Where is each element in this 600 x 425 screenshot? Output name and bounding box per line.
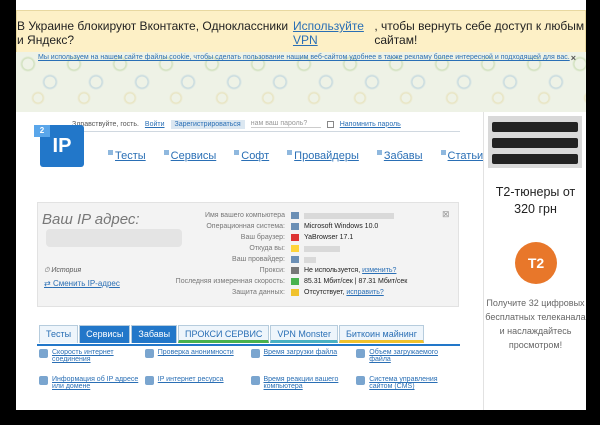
tools-row: Информация об IP адресе или домене IP ин… bbox=[37, 373, 460, 400]
ad-text: Получите 32 цифровых бесплатных телекана… bbox=[485, 298, 586, 350]
cookie-notice: Мы используем на нашем сайте файлы cooki… bbox=[16, 52, 586, 112]
proxy-change-link[interactable]: изменить? bbox=[362, 267, 396, 274]
row-speed: Последняя измеренная скорость: 85.31 Мбит… bbox=[175, 278, 408, 285]
proxy-icon bbox=[291, 267, 299, 274]
computer-icon bbox=[291, 212, 299, 219]
row-computer-name: Имя вашего компьютера bbox=[160, 210, 450, 221]
nav-soft[interactable]: Софт bbox=[234, 150, 269, 162]
ad-title[interactable]: T2-тюнеры от 320 грн bbox=[484, 184, 587, 218]
nav-fun[interactable]: Забавы bbox=[376, 150, 423, 162]
tab-proxy-service[interactable]: ПРОКСИ СЕРВИС bbox=[178, 325, 270, 343]
monitor-icon bbox=[250, 376, 260, 385]
ad-sidebar: T2-тюнеры от 320 грн T2 Получите 32 цифр… bbox=[483, 112, 586, 410]
close-icon[interactable]: × bbox=[571, 53, 576, 63]
t2-logo: T2 bbox=[515, 242, 557, 284]
tool-ip-resource[interactable]: IP интернет ресурса bbox=[143, 373, 249, 400]
nav-providers[interactable]: Провайдеры bbox=[287, 150, 359, 162]
login-link[interactable]: Войти bbox=[145, 121, 165, 128]
browser-icon bbox=[291, 234, 299, 241]
tools-grid: Скорость интернет соединения Проверка ан… bbox=[37, 344, 460, 400]
row-os: Операционная система: Microsoft Windows 1… bbox=[206, 223, 379, 230]
provider-icon bbox=[291, 256, 299, 263]
banner-text-end: , чтобы вернуть себе доступ к любым сайт… bbox=[374, 19, 585, 47]
tool-reaction-time[interactable]: Время реакции вашего компьютера bbox=[249, 373, 355, 400]
tools-row: Скорость интернет соединения Проверка ан… bbox=[37, 346, 460, 373]
tab-bitcoin-mining[interactable]: Биткоин майнинг bbox=[338, 325, 425, 343]
globe-icon bbox=[144, 376, 154, 385]
file-icon bbox=[356, 349, 366, 358]
main-nav: Тесты Сервисы Софт Провайдеры Забавы Ста… bbox=[108, 150, 483, 162]
flag-icon bbox=[291, 245, 299, 252]
tool-cms-detect[interactable]: Система управления сайтом (CMS) bbox=[354, 373, 460, 400]
row-location: Откуда вы: bbox=[160, 243, 450, 254]
row-browser: Ваш браузер: YaBrowser 17.1 bbox=[240, 234, 354, 241]
tool-ip-info[interactable]: Информация об IP адресе или домене bbox=[37, 373, 143, 400]
vpn-link[interactable]: Используйте VPN bbox=[293, 19, 374, 47]
vpn-banner: В Украине блокируют Вконтакте, Однокласс… bbox=[16, 10, 586, 56]
change-ip-link[interactable]: ⇄ Сменить IP-адрес bbox=[44, 279, 120, 288]
tab-vpn-monster[interactable]: VPN Monster bbox=[270, 325, 338, 343]
user-bar: Здравствуйте, гость. Войти Зарегистриров… bbox=[72, 117, 460, 132]
speed-icon bbox=[291, 278, 299, 285]
tool-download-time[interactable]: Время загрузки файла bbox=[249, 346, 355, 373]
warning-icon bbox=[291, 289, 299, 296]
anonymous-icon bbox=[144, 349, 154, 358]
nav-services[interactable]: Сервисы bbox=[163, 150, 216, 162]
history-link[interactable]: ⏱ История bbox=[44, 267, 81, 275]
ip-info-rows: Имя вашего компьютера Операционная систе… bbox=[160, 210, 450, 298]
search-icon bbox=[39, 376, 48, 385]
nav-articles[interactable]: Статьи bbox=[440, 150, 483, 162]
tab-services[interactable]: Сервисы bbox=[79, 325, 131, 343]
nav-tests[interactable]: Тесты bbox=[108, 150, 146, 162]
ip-title: Ваш IP адрес: bbox=[42, 211, 140, 228]
row-protection: Защита данных: Отсутствует, исправить? bbox=[232, 289, 384, 296]
gear-icon bbox=[356, 376, 366, 385]
protection-fix-link[interactable]: исправить? bbox=[346, 289, 383, 296]
tuner-image[interactable] bbox=[488, 116, 582, 168]
tool-file-size[interactable]: Объем загружаемого файла bbox=[354, 346, 460, 373]
tool-speed-test[interactable]: Скорость интернет соединения bbox=[37, 346, 143, 373]
register-button[interactable]: Зарегистрироваться bbox=[170, 119, 245, 129]
row-provider: Ваш провайдер: bbox=[160, 254, 450, 265]
speedometer-icon bbox=[39, 349, 48, 358]
tool-anonymity-check[interactable]: Проверка анонимности bbox=[143, 346, 249, 373]
tab-tests[interactable]: Тесты bbox=[39, 325, 79, 343]
password-input[interactable]: нам ваш пароль? bbox=[250, 120, 321, 128]
remember-checkbox[interactable] bbox=[326, 120, 334, 128]
banner-text: В Украине блокируют Вконтакте, Однокласс… bbox=[17, 19, 289, 47]
row-proxy: Прокси: Не используется, изменить? bbox=[259, 267, 397, 274]
cookie-text[interactable]: Мы используем на нашем сайте файлы cooki… bbox=[38, 54, 570, 61]
remind-password-link[interactable]: Напомнить пароль bbox=[340, 121, 401, 128]
logo-badge: 2 bbox=[34, 125, 50, 137]
tab-fun[interactable]: Забавы bbox=[131, 325, 178, 343]
clock-icon bbox=[250, 349, 260, 358]
windows-icon bbox=[291, 223, 299, 230]
tools-tabs: Тесты Сервисы Забавы ПРОКСИ СЕРВИС VPN M… bbox=[39, 325, 425, 343]
